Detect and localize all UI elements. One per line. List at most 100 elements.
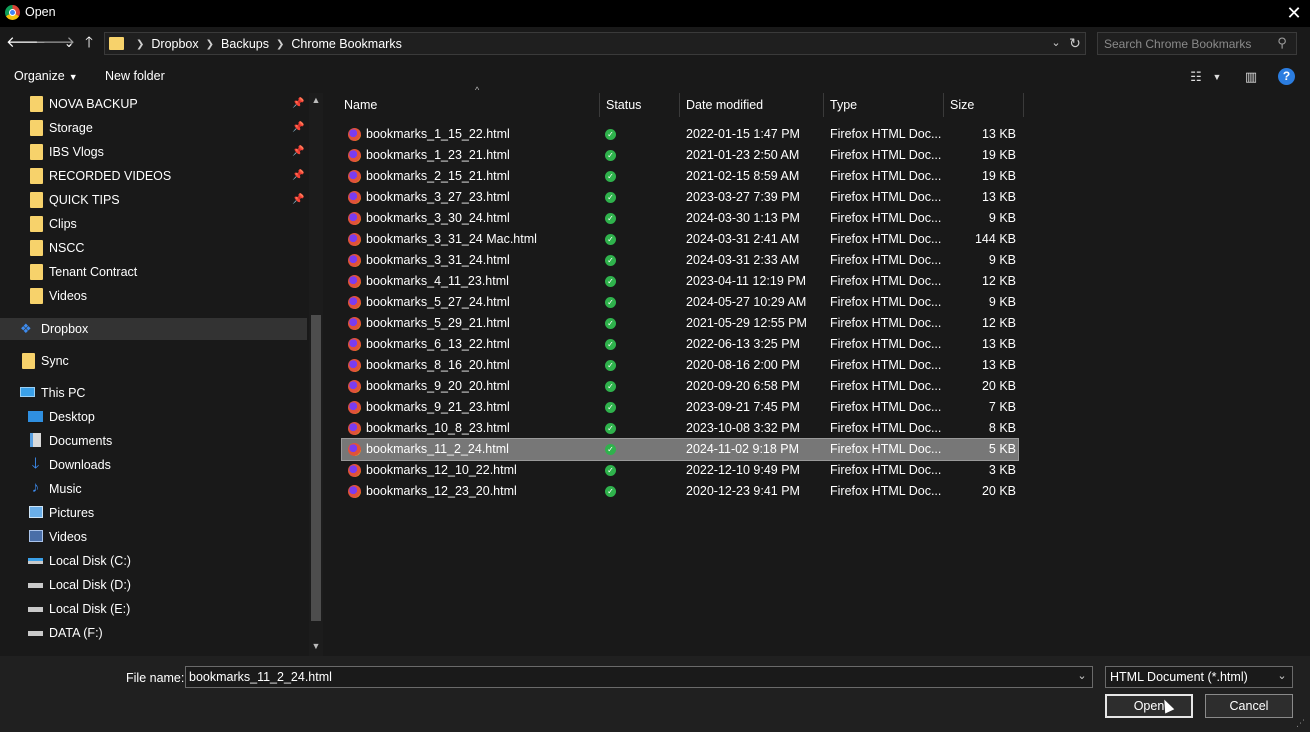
- file-name-input[interactable]: [189, 669, 1069, 685]
- column-header-size[interactable]: Size: [944, 93, 1024, 117]
- table-row[interactable]: bookmarks_3_27_23.html ✓ 2023-03-27 7:39 P…: [342, 187, 1018, 208]
- table-row[interactable]: bookmarks_1_15_22.html ✓ 2022-01-15 1:47 P…: [342, 124, 1018, 145]
- table-row[interactable]: bookmarks_2_15_21.html ✓ 2021-02-15 8:59 A…: [342, 166, 1018, 187]
- preview-pane-icon[interactable]: ▥: [1241, 67, 1261, 87]
- size-cell: 13 KB: [981, 358, 1016, 372]
- table-row[interactable]: bookmarks_10_8_23.html ✓ 2023-10-08 3:32 P…: [342, 418, 1018, 439]
- search-input[interactable]: [1104, 36, 1274, 52]
- sidebar-item-storage[interactable]: Storage 📌: [30, 117, 310, 139]
- synced-status-icon: ✓: [605, 402, 616, 413]
- table-row[interactable]: bookmarks_3_31_24 Mac.html ✓ 2024-03-31 2:…: [342, 229, 1018, 250]
- pin-icon[interactable]: 📌: [292, 165, 304, 187]
- table-row[interactable]: bookmarks_9_20_20.html ✓ 2020-09-20 6:58 P…: [342, 376, 1018, 397]
- sidebar-item-sync[interactable]: Sync: [22, 350, 292, 372]
- table-row[interactable]: bookmarks_1_23_21.html ✓ 2021-01-23 2:50 A…: [342, 145, 1018, 166]
- synced-status-icon: ✓: [605, 339, 616, 350]
- new-folder-button[interactable]: New folder: [105, 69, 165, 83]
- sidebar-item-downloads[interactable]: 🡓 Downloads: [28, 454, 288, 476]
- pin-icon[interactable]: 📌: [292, 93, 304, 115]
- sidebar-item-clips[interactable]: Clips: [30, 213, 280, 235]
- sidebar-item-music[interactable]: ♪ Music: [28, 478, 288, 500]
- table-row[interactable]: bookmarks_8_16_20.html ✓ 2020-08-16 2:00 P…: [342, 355, 1018, 376]
- folder-icon: [30, 264, 43, 280]
- back-arrow-icon[interactable]: 🡐: [6, 34, 46, 52]
- size-cell: 13 KB: [981, 127, 1016, 141]
- synced-status-icon: ✓: [605, 381, 616, 392]
- file-name-cell: bookmarks_4_11_23.html: [366, 274, 509, 288]
- caret-down-icon: ▼: [68, 72, 78, 82]
- sidebar-item-videos[interactable]: Videos: [30, 285, 280, 307]
- table-row[interactable]: bookmarks_5_29_21.html ✓ 2021-05-29 12:55 …: [342, 313, 1018, 334]
- nav-scroll-thumb[interactable]: [311, 315, 321, 621]
- sidebar-item-dropbox[interactable]: ❖ Dropbox: [20, 318, 290, 340]
- type-cell: Firefox HTML Doc...: [830, 148, 942, 162]
- up-arrow-icon[interactable]: 🡑: [80, 34, 98, 52]
- date-modified-cell: 2020-09-20 6:58 PM: [686, 379, 800, 393]
- sidebar-item-local-disk-d[interactable]: Local Disk (D:): [28, 574, 288, 596]
- open-button[interactable]: Open: [1105, 694, 1193, 718]
- firefox-file-icon: [348, 254, 361, 267]
- sidebar-item-nova-backup[interactable]: NOVA BACKUP 📌: [30, 93, 310, 115]
- table-row[interactable]: bookmarks_4_11_23.html ✓ 2023-04-11 12:19 …: [342, 271, 1018, 292]
- recent-locations-chevron-icon[interactable]: ⌄: [60, 34, 78, 52]
- sidebar-item-this-pc[interactable]: This PC: [20, 382, 290, 404]
- address-bar[interactable]: ❯ Dropbox ❯ Backups ❯ Chrome Bookmarks ⌄…: [104, 32, 1086, 55]
- pin-icon[interactable]: 📌: [292, 117, 304, 139]
- cancel-button[interactable]: Cancel: [1205, 694, 1293, 718]
- chevron-down-icon[interactable]: ⌄: [1275, 669, 1289, 685]
- resize-grip-icon[interactable]: ⋰: [1296, 718, 1305, 729]
- sidebar-item-local-disk-e[interactable]: Local Disk (E:): [28, 598, 288, 620]
- sidebar-item-tenant-contract[interactable]: Tenant Contract: [30, 261, 280, 283]
- table-row[interactable]: bookmarks_3_30_24.html ✓ 2024-03-30 1:13 P…: [342, 208, 1018, 229]
- sidebar-item-documents[interactable]: Documents: [28, 430, 288, 452]
- firefox-file-icon: [348, 275, 361, 288]
- scroll-up-icon[interactable]: ▲: [309, 95, 323, 107]
- table-row[interactable]: bookmarks_12_10_22.html ✓ 2022-12-10 9:49 …: [342, 460, 1018, 481]
- chevron-down-icon[interactable]: ⌄: [1049, 36, 1063, 52]
- refresh-icon[interactable]: ↻: [1067, 35, 1083, 53]
- sidebar-item-desktop[interactable]: Desktop: [28, 406, 288, 428]
- date-modified-cell: 2024-03-30 1:13 PM: [686, 211, 800, 225]
- table-row[interactable]: bookmarks_6_13_22.html ✓ 2022-06-13 3:25 P…: [342, 334, 1018, 355]
- pin-icon[interactable]: 📌: [292, 141, 304, 163]
- close-icon[interactable]: ✕: [1282, 2, 1306, 24]
- view-options-icon[interactable]: ☷: [1186, 67, 1206, 87]
- sidebar-item-nscc[interactable]: NSCC: [30, 237, 280, 259]
- sidebar-item-ibs-vlogs[interactable]: IBS Vlogs 📌: [30, 141, 310, 163]
- file-name-combobox[interactable]: ⌄: [185, 666, 1093, 688]
- date-modified-cell: 2024-05-27 10:29 AM: [686, 295, 807, 309]
- help-icon[interactable]: ?: [1278, 68, 1295, 85]
- table-row[interactable]: bookmarks_12_23_20.html ✓ 2020-12-23 9:41 …: [342, 481, 1018, 502]
- column-header-name[interactable]: Name: [338, 93, 600, 117]
- date-modified-cell: 2023-04-11 12:19 PM: [686, 274, 806, 288]
- file-name-label: File name:: [126, 671, 185, 685]
- table-row[interactable]: bookmarks_9_21_23.html ✓ 2023-09-21 7:45 P…: [342, 397, 1018, 418]
- caret-down-icon[interactable]: ▼: [1210, 67, 1224, 87]
- date-modified-cell: 2024-03-31 2:33 AM: [686, 253, 800, 267]
- chevron-down-icon[interactable]: ⌄: [1075, 669, 1089, 685]
- breadcrumb-dropbox[interactable]: Dropbox: [151, 37, 198, 51]
- sidebar-item-data-f[interactable]: DATA (F:): [28, 622, 288, 644]
- forward-arrow-icon[interactable]: 🡒: [35, 34, 75, 52]
- sidebar-item-quick-tips[interactable]: QUICK TIPS 📌: [30, 189, 310, 211]
- column-header-date-modified[interactable]: Date modified: [680, 93, 824, 117]
- search-box[interactable]: ⚲: [1097, 32, 1297, 55]
- sidebar-item-local-disk-c[interactable]: Local Disk (C:): [28, 550, 288, 572]
- sidebar-item-pictures[interactable]: Pictures: [28, 502, 288, 524]
- sidebar-item-recorded-videos[interactable]: RECORDED VIDEOS 📌: [30, 165, 310, 187]
- scroll-down-icon[interactable]: ▼: [309, 641, 323, 653]
- search-icon[interactable]: ⚲: [1274, 35, 1290, 51]
- breadcrumb-backups[interactable]: Backups: [221, 37, 269, 51]
- size-cell: 20 KB: [981, 379, 1016, 393]
- firefox-file-icon: [348, 359, 361, 372]
- table-row[interactable]: bookmarks_11_2_24.html ✓ 2024-11-02 9:18 P…: [341, 438, 1019, 461]
- table-row[interactable]: bookmarks_5_27_24.html ✓ 2024-05-27 10:29 …: [342, 292, 1018, 313]
- breadcrumb-chrome-bookmarks[interactable]: Chrome Bookmarks: [291, 37, 401, 51]
- file-type-select[interactable]: HTML Document (*.html) ⌄: [1105, 666, 1293, 688]
- sidebar-item-pc-videos[interactable]: Videos: [28, 526, 288, 548]
- organize-button[interactable]: Organize ▼: [14, 69, 78, 83]
- column-header-type[interactable]: Type: [824, 93, 944, 117]
- table-row[interactable]: bookmarks_3_31_24.html ✓ 2024-03-31 2:33 A…: [342, 250, 1018, 271]
- column-header-status[interactable]: Status: [600, 93, 680, 117]
- pin-icon[interactable]: 📌: [292, 189, 304, 211]
